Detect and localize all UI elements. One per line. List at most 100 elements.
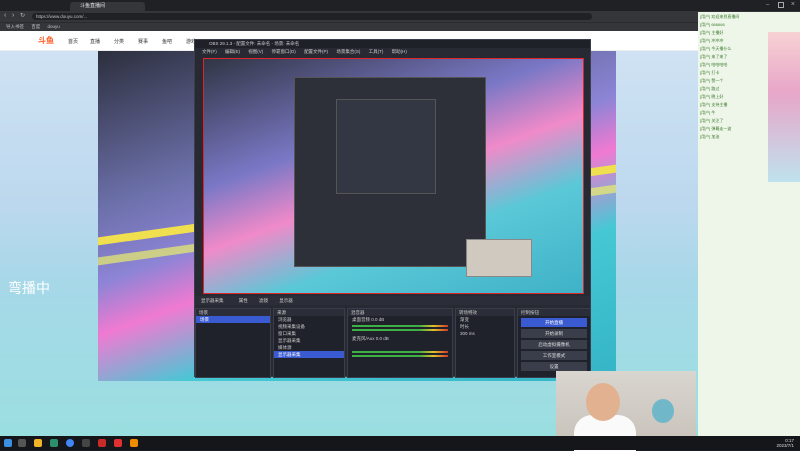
studio-mode-button[interactable]: 工作室模式	[521, 351, 587, 360]
start-recording-button[interactable]: 开始录制	[521, 329, 587, 338]
taskbar: 0:17 2023/7/1	[0, 436, 800, 450]
audio-meter	[352, 325, 448, 327]
audio-slider[interactable]	[352, 355, 448, 357]
minimize-icon[interactable]: –	[766, 2, 772, 8]
dock-title: 场景	[196, 309, 270, 316]
dock-title: 转场特效	[456, 309, 514, 316]
browser-tab-bar: 斗鱼直播间 – ×	[0, 0, 800, 11]
transition-duration-input[interactable]: 300 ms	[456, 330, 514, 337]
toolbar-item[interactable]: 显示器	[279, 298, 293, 303]
site-logo[interactable]: 斗鱼	[38, 35, 54, 46]
source-item[interactable]: 浏览器	[274, 316, 344, 323]
virtual-camera-button[interactable]: 启动虚拟摄像机	[521, 340, 587, 349]
obs-title-bar: OBS 29.1.3 - 配置文件: 未命名 - 场景: 未命名	[195, 40, 590, 48]
chat-line: [用户] 加油	[700, 134, 720, 139]
reload-icon[interactable]: ↻	[20, 12, 25, 19]
browser-tab[interactable]: 斗鱼直播间	[70, 2, 145, 11]
settings-button[interactable]: 设置	[521, 362, 587, 371]
menu-item[interactable]: 帮助(H)	[392, 49, 407, 54]
toolbar-item[interactable]: 滤镜	[259, 298, 268, 303]
chat-line: [用户] 冲冲冲	[700, 38, 724, 43]
bookmark-item[interactable]: 导入书签	[6, 24, 24, 29]
mixer-track: 麦克风/Aux 0.0 dB	[352, 336, 389, 341]
menu-item[interactable]: 文件(F)	[202, 49, 217, 54]
chat-line: [用户] 来了来了	[700, 54, 728, 59]
scene-item[interactable]: 场景	[196, 316, 270, 323]
maximize-icon[interactable]	[778, 2, 784, 8]
chat-panel: [用户] 欢迎来到直播间 [用户] 666666 [用户] 主播好 [用户] 冲…	[698, 12, 800, 440]
source-item[interactable]: 窗口采集	[274, 330, 344, 337]
app-icon[interactable]	[50, 439, 58, 447]
obs-window: OBS 29.1.3 - 配置文件: 未命名 - 场景: 未命名 文件(F) 编…	[194, 39, 591, 378]
dock-title: 混音器	[348, 309, 452, 316]
back-icon[interactable]: ‹	[4, 12, 6, 19]
chat-line: [用户] 弹幕走一波	[700, 126, 732, 131]
bookmarks-bar: 导入书签 百度 douyu	[0, 22, 800, 31]
chat-line: [用户] 今天播什么	[700, 46, 732, 51]
source-item[interactable]: 媒体源	[274, 344, 344, 351]
chat-line: [用户] 牛	[700, 110, 716, 115]
transition-select[interactable]: 渐变	[456, 316, 514, 323]
chat-line: [用户] 主播好	[700, 30, 724, 35]
close-icon[interactable]: ×	[791, 1, 795, 8]
controls-dock: 控制按钮 开始直播 开始录制 启动虚拟摄像机 工作室模式 设置	[517, 308, 591, 378]
chat-line: [用户] 支持主播	[700, 102, 728, 107]
address-bar: ‹ › ↻ https://www.douyu.com/...	[0, 11, 800, 22]
chat-line: [用户] 晚上好	[700, 94, 724, 99]
chat-line: [用户] 赞一个	[700, 78, 724, 83]
chat-line: [用户] 路过	[700, 86, 720, 91]
toolbar-item[interactable]: 显示器采集	[201, 298, 224, 303]
menu-item[interactable]: 场景集合(S)	[336, 49, 360, 54]
obs-menu-bar: 文件(F) 编辑(E) 视图(V) 停靠窗口(D) 配置文件(P) 场景集合(S…	[195, 48, 590, 56]
nested-webcam	[466, 239, 532, 277]
source-item[interactable]: 显示器采集	[274, 337, 344, 344]
app-icon[interactable]	[98, 439, 106, 447]
mixer-dock: 混音器 桌面音频 0.0 dB 麦克风/Aux 0.0 dB	[347, 308, 453, 378]
nav-item[interactable]: 分类	[114, 38, 124, 45]
transitions-dock: 转场特效 渐变 时长 300 ms	[455, 308, 515, 378]
audio-slider[interactable]	[352, 329, 448, 331]
bookmark-item[interactable]: 百度	[31, 24, 40, 29]
url-input[interactable]: https://www.douyu.com/...	[32, 13, 592, 20]
obs-preview[interactable]	[203, 58, 584, 294]
nav-item[interactable]: 鱼吧	[162, 38, 172, 45]
chat-line: [用户] 打卡	[700, 70, 720, 75]
chat-line: [用户] 666666	[700, 22, 725, 27]
menu-item[interactable]: 配置文件(P)	[304, 49, 328, 54]
source-item[interactable]: 视频采集设备	[274, 323, 344, 330]
stream-status-text: 弯播中	[8, 280, 50, 296]
nested-obs-window	[336, 99, 436, 194]
sources-dock: 来源 浏览器 视频采集设备 窗口采集 显示器采集 媒体源 显示器采集	[273, 308, 345, 378]
menu-item[interactable]: 视图(V)	[248, 49, 263, 54]
mixer-track: 桌面音频 0.0 dB	[352, 317, 385, 322]
transition-duration-label: 时长	[460, 324, 469, 329]
toolbar-item[interactable]: 属性	[239, 298, 248, 303]
dock-title: 控制按钮	[518, 309, 590, 316]
file-explorer-icon[interactable]	[34, 439, 42, 447]
menu-item[interactable]: 停靠窗口(D)	[272, 49, 296, 54]
bookmark-item[interactable]: douyu	[48, 24, 60, 29]
audio-meter	[352, 351, 448, 353]
plush-toy	[652, 399, 674, 423]
start-icon[interactable]	[4, 439, 12, 447]
nav-item[interactable]: 赛事	[138, 38, 148, 45]
obs-source-toolbar: 显示器采集 属性 滤镜 显示器	[195, 296, 590, 305]
nav-item[interactable]: 首页	[68, 38, 78, 45]
person-face	[586, 383, 620, 421]
system-clock[interactable]: 0:17 2023/7/1	[776, 438, 794, 448]
search-icon[interactable]	[18, 439, 26, 447]
menu-item[interactable]: 工具(T)	[369, 49, 384, 54]
chrome-icon[interactable]	[66, 439, 74, 447]
obs-icon[interactable]	[82, 439, 90, 447]
app-icon[interactable]	[114, 439, 122, 447]
chat-line: [用户] 关注了	[700, 118, 724, 123]
source-item[interactable]: 显示器采集	[274, 351, 344, 358]
app-icon[interactable]	[130, 439, 138, 447]
scenes-dock: 场景 场景	[195, 308, 271, 378]
dock-title: 来源	[274, 309, 344, 316]
chat-line: [用户] 哈哈哈哈	[700, 62, 728, 67]
menu-item[interactable]: 编辑(E)	[225, 49, 240, 54]
start-streaming-button[interactable]: 开始直播	[521, 318, 587, 327]
forward-icon[interactable]: ›	[12, 12, 14, 19]
nav-item[interactable]: 直播	[90, 38, 100, 45]
